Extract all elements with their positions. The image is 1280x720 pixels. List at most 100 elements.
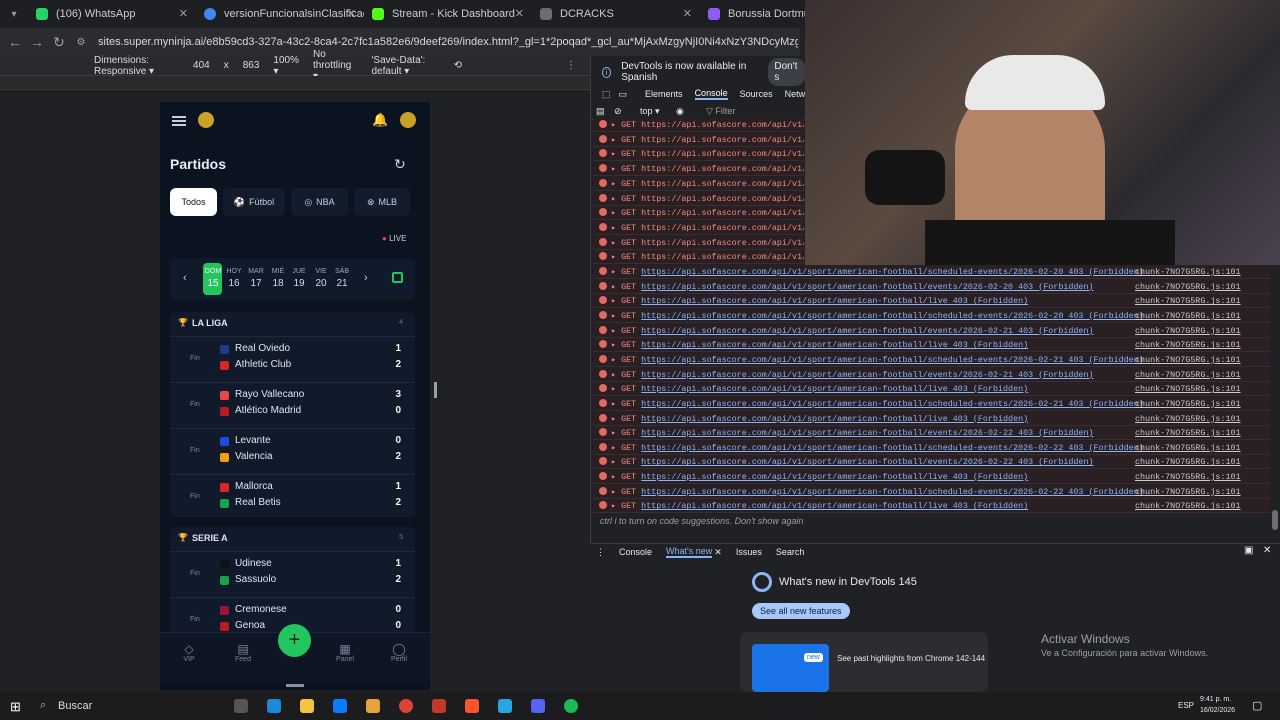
close-icon[interactable]: ✕ <box>179 7 188 20</box>
log-source-link[interactable]: chunk-7NO7G5RG.js:101 <box>1135 309 1241 322</box>
calendar-icon[interactable] <box>392 272 403 283</box>
tab-console[interactable]: Console <box>694 88 728 100</box>
log-url[interactable]: https://api.sofascore.com/api/v1/sport/a… <box>641 384 1028 394</box>
date-item[interactable]: JUE 19 <box>289 267 309 289</box>
console-error-row[interactable]: ▸ GET https://api.sofascore.com/api/v1/s… <box>593 484 1270 499</box>
brave-icon[interactable] <box>465 699 479 713</box>
taskbar-search[interactable]: Buscar <box>58 700 92 712</box>
log-url[interactable]: https://api.sofascore.com/api/v1/sport/a… <box>641 399 1144 409</box>
close-icon[interactable]: ✕ <box>347 7 356 20</box>
log-source-link[interactable]: chunk-7NO7G5RG.js:101 <box>1135 397 1241 410</box>
close-icon[interactable]: ✕ <box>515 7 524 20</box>
filter-chip-mlb[interactable]: ⊗ MLB <box>354 188 410 216</box>
log-source-link[interactable]: chunk-7NO7G5RG.js:101 <box>1135 412 1241 425</box>
filter-input[interactable]: ▽ Filter <box>706 106 735 117</box>
log-source-link[interactable]: chunk-7NO7G5RG.js:101 <box>1135 368 1241 381</box>
console-error-row[interactable]: ▸ GET https://api.sofascore.com/api/v1/s… <box>593 176 804 191</box>
console-error-row[interactable]: ▸ GET https://api.sofascore.com/api/v1/s… <box>593 308 1270 323</box>
console-error-row[interactable]: ▸ GET https://api.sofascore.com/api/v1/s… <box>593 367 1270 382</box>
start-icon[interactable]: ⊞ <box>10 699 21 715</box>
console-error-row[interactable]: ▸ GET https://api.sofascore.com/api/v1/s… <box>593 191 804 206</box>
next-date-icon[interactable]: › <box>364 272 368 284</box>
match-row[interactable]: Fin Real Oviedo 1 Athletic Club 2 <box>170 336 415 382</box>
tab-elements[interactable]: Elements <box>645 89 683 99</box>
date-item[interactable]: MAR 17 <box>246 267 266 289</box>
log-url[interactable]: https://api.sofascore.com/api/v1/sport/a… <box>641 296 1028 306</box>
console-error-row[interactable]: ▸ GET https://api.sofascore.com/api/v1/s… <box>593 382 1270 397</box>
eye-icon[interactable]: ◉ <box>676 106 684 117</box>
log-url[interactable]: https://api.sofascore.com/api/v1/sport/a… <box>641 282 1093 292</box>
zoom-select[interactable]: 100% ▾ <box>273 55 299 77</box>
console-error-row[interactable]: ▸ GET https://api.sofascore.com/api/v1/s… <box>593 206 804 221</box>
drawer-tab-issues[interactable]: Issues <box>736 547 762 557</box>
log-source-link[interactable]: chunk-7NO7G5RG.js:101 <box>1135 470 1241 483</box>
log-url[interactable]: https://api.sofascore.com/api/v1/sport/a… <box>641 355 1144 365</box>
log-url[interactable]: https://api.sofascore.com/api/v1/sport/a… <box>641 311 1144 321</box>
console-error-row[interactable]: ▸ GET https://api.sofascore.com/api/v1/s… <box>593 470 1270 485</box>
dock-icon[interactable]: ▣ <box>1244 545 1253 556</box>
log-source-link[interactable]: chunk-7NO7G5RG.js:101 <box>1135 426 1241 439</box>
browser-tab[interactable]: Stream - Kick Dashboard ✕ <box>364 0 532 28</box>
viewport-resizer[interactable] <box>434 382 437 398</box>
back-icon[interactable]: ← <box>4 34 26 50</box>
log-url[interactable]: https://api.sofascore.com/api/v1/sport/a… <box>641 267 1144 277</box>
language-indicator[interactable]: ESP <box>1178 701 1194 710</box>
drawer-menu-icon[interactable]: ⋮ <box>596 547 605 558</box>
log-source-link[interactable]: chunk-7NO7G5RG.js:101 <box>1135 485 1241 498</box>
avatar[interactable] <box>400 112 416 128</box>
log-url[interactable]: https://api.sofascore.com/api/v1/sport/a… <box>641 414 1028 424</box>
date-item[interactable]: SÁB 21 <box>332 267 352 289</box>
live-toggle[interactable]: ● LIVE <box>382 234 406 243</box>
console-error-row[interactable]: ▸ GET https://api.sofascore.com/api/v1/s… <box>593 118 804 132</box>
log-url[interactable]: https://api.sofascore.com/api/v1/sport/a… <box>641 370 1093 380</box>
log-url[interactable]: https://api.sofascore.com/api/v1/sport/a… <box>641 326 1093 336</box>
console-error-row[interactable]: ▸ GET https://api.sofascore.com/api/v1/s… <box>593 426 1270 441</box>
rotate-icon[interactable]: ⟲ <box>454 60 462 71</box>
league-name[interactable]: SERIE A <box>192 533 228 543</box>
url-field[interactable]: sites.super.myninja.ai/e8b59cd3-327a-43c… <box>98 36 798 48</box>
console-error-row[interactable]: ▸ GET https://api.sofascore.com/api/v1/s… <box>593 338 1270 353</box>
log-source-link[interactable]: chunk-7NO7G5RG.js:101 <box>1135 265 1241 278</box>
log-source-link[interactable]: chunk-7NO7G5RG.js:101 <box>1135 382 1241 395</box>
nav-panel[interactable]: ▦ Panel <box>325 642 365 663</box>
log-source-link[interactable]: chunk-7NO7G5RG.js:101 <box>1135 499 1241 512</box>
date-item[interactable]: MIÉ 18 <box>268 267 288 289</box>
log-url[interactable]: https://api.sofascore.com/api/v1/sport/a… <box>641 501 1028 511</box>
close-icon[interactable]: ✕ <box>683 7 692 20</box>
telegram-icon[interactable] <box>498 699 512 713</box>
log-source-link[interactable]: chunk-7NO7G5RG.js:101 <box>1135 324 1241 337</box>
match-row[interactable]: Fin Levante 0 Valencia 2 <box>170 428 415 474</box>
height-input[interactable]: 863 <box>243 60 260 71</box>
filter-chip-nba[interactable]: ◎ NBA <box>291 188 348 216</box>
console-error-row[interactable]: ▸ GET https://api.sofascore.com/api/v1/s… <box>593 455 1270 470</box>
console-error-row[interactable]: ▸ GET https://api.sofascore.com/api/v1/s… <box>593 323 1270 338</box>
discord-icon[interactable] <box>531 699 545 713</box>
file-explorer-icon[interactable] <box>300 699 314 713</box>
chrome-icon[interactable] <box>399 699 413 713</box>
nav-perfil[interactable]: ◯ Perfil <box>379 642 419 663</box>
browser-tab[interactable]: versionFuncionalsinClasificacio ✕ <box>196 0 364 28</box>
tab-search-icon[interactable]: ▾ <box>0 9 28 20</box>
refresh-icon[interactable]: ↻ <box>394 156 406 173</box>
notification-icon[interactable]: ▢ <box>1252 699 1262 712</box>
menu-icon[interactable] <box>172 116 186 126</box>
spotify-icon[interactable] <box>564 699 578 713</box>
console-error-row[interactable]: ▸ GET https://api.sofascore.com/api/v1/s… <box>593 499 1270 514</box>
nav-vip[interactable]: ◇ VIP <box>169 642 209 663</box>
log-url[interactable]: https://api.sofascore.com/api/v1/sport/a… <box>641 472 1028 482</box>
save-data-select[interactable]: 'Save-Data': default ▾ <box>371 55 439 77</box>
clear-icon[interactable]: ⊘ <box>614 106 622 117</box>
console-error-row[interactable]: ▸ GET https://api.sofascore.com/api/v1/s… <box>593 396 1270 411</box>
inspect-icon[interactable]: ⬚ <box>602 89 611 100</box>
date-item[interactable]: VIE 20 <box>311 267 331 289</box>
dimensions-select[interactable]: Dimensions: Responsive ▾ <box>94 55 179 77</box>
console-error-row[interactable]: ▸ GET https://api.sofascore.com/api/v1/s… <box>593 440 1270 455</box>
log-source-link[interactable]: chunk-7NO7G5RG.js:101 <box>1135 455 1241 468</box>
filter-chip-futbol[interactable]: ⚽ Fútbol <box>223 188 285 216</box>
log-source-link[interactable]: chunk-7NO7G5RG.js:101 <box>1135 294 1241 307</box>
console-error-row[interactable]: ▸ GET https://api.sofascore.com/api/v1/s… <box>593 220 804 235</box>
log-source-link[interactable]: chunk-7NO7G5RG.js:101 <box>1135 353 1241 366</box>
prev-date-icon[interactable]: ‹ <box>183 272 187 284</box>
console-error-row[interactable]: ▸ GET https://api.sofascore.com/api/v1/s… <box>593 132 804 147</box>
app-icon[interactable] <box>366 699 380 713</box>
